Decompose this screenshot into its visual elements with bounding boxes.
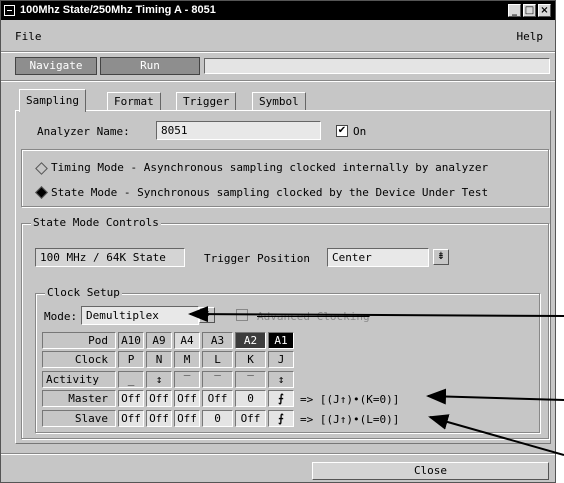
menu-help[interactable]: Help (517, 30, 544, 43)
master-j-rising-edge-icon[interactable]: ⨍ (268, 390, 294, 407)
row-label-slave: Slave (42, 410, 116, 427)
slave-l[interactable]: 0 (202, 410, 233, 427)
run-button[interactable]: Run (100, 57, 200, 75)
timing-mode-label: Timing Mode - Asynchronous sampling cloc… (51, 161, 489, 174)
pod-a4: A4 (174, 332, 200, 349)
tab-format[interactable]: Format (107, 92, 161, 111)
advanced-clocking-label: Advanced Clocking (257, 310, 370, 323)
master-k[interactable]: 0 (235, 390, 266, 407)
analyzer-name-input[interactable]: 8051 (156, 121, 321, 140)
clock-mode-select[interactable]: Demultiplex (81, 306, 199, 325)
tab-sampling[interactable]: Sampling (19, 89, 86, 112)
row-label-pod: Pod (42, 332, 116, 349)
slave-n[interactable]: Off (146, 410, 172, 427)
clock-k: K (235, 351, 266, 368)
activity-m: ‾ (174, 371, 200, 388)
slave-j-rising-edge-icon[interactable]: ⨍ (268, 410, 294, 427)
title-bar: 100Mhz State/250Mhz Timing A - 8051 _ □ … (1, 1, 555, 20)
slave-m[interactable]: Off (174, 410, 200, 427)
master-m[interactable]: Off (174, 390, 200, 407)
advanced-clocking-checkbox[interactable] (236, 309, 248, 321)
activity-j: ↕ (268, 371, 294, 388)
activity-n: ↕ (146, 371, 172, 388)
slave-k[interactable]: Off (235, 410, 266, 427)
slave-p[interactable]: Off (118, 410, 144, 427)
master-l[interactable]: Off (202, 390, 233, 407)
state-mode-label: State Mode - Synchronous sampling clocke… (51, 186, 489, 199)
close-button[interactable]: Close (312, 462, 549, 480)
master-n[interactable]: Off (146, 390, 172, 407)
mode-label: Mode: (44, 310, 78, 323)
window-title: 100Mhz State/250Mhz Timing A - 8051 (20, 4, 216, 16)
row-label-clock: Clock (42, 351, 116, 368)
master-expression: => [(J↑)•(K=0)] (300, 393, 400, 406)
activity-p: _ (118, 371, 144, 388)
menu-file[interactable]: File (15, 30, 42, 43)
trigger-position-select[interactable]: Center (327, 248, 429, 267)
row-label-master: Master (42, 390, 116, 407)
on-checkbox[interactable]: ✔ (336, 125, 348, 137)
clock-n: N (146, 351, 172, 368)
pod-a3: A3 (202, 332, 233, 349)
clock-setup-title: Clock Setup (45, 286, 122, 299)
analyzer-window: 100Mhz State/250Mhz Timing A - 8051 _ □ … (0, 0, 556, 483)
clock-m: M (174, 351, 200, 368)
clock-p: P (118, 351, 144, 368)
row-label-activity: Activity (42, 371, 116, 388)
activity-k: ‾ (235, 371, 266, 388)
tab-symbol[interactable]: Symbol (252, 92, 306, 111)
state-mode-controls-title: State Mode Controls (31, 216, 161, 229)
activity-l: ‾ (202, 371, 233, 388)
minimize-icon[interactable]: _ (508, 4, 521, 17)
close-icon[interactable]: × (538, 4, 551, 17)
clock-l: L (202, 351, 233, 368)
analyzer-name-label: Analyzer Name: (37, 125, 130, 138)
clock-mode-dropdown-icon[interactable]: ⇟ (199, 307, 215, 323)
tab-trigger[interactable]: Trigger (176, 92, 237, 111)
system-menu-icon[interactable] (4, 5, 15, 16)
speed-mode-button[interactable]: 100 MHz / 64K State (35, 248, 185, 267)
navigate-button[interactable]: Navigate (15, 57, 97, 75)
navigation-field[interactable] (204, 58, 550, 74)
pod-a10: A10 (118, 332, 144, 349)
on-label: On (353, 125, 367, 138)
trigger-position-dropdown-icon[interactable]: ⇟ (433, 249, 449, 265)
pod-a1: A1 (268, 332, 294, 349)
pod-a9: A9 (146, 332, 172, 349)
pod-a2: A2 (235, 332, 266, 349)
maximize-icon[interactable]: □ (523, 4, 536, 17)
toolbar-divider (1, 80, 555, 82)
trigger-position-label: Trigger Position (204, 252, 310, 265)
menu-bar: File Help (1, 23, 555, 49)
master-p[interactable]: Off (118, 390, 144, 407)
menu-divider (1, 51, 555, 53)
slave-expression: => [(J↑)•(L=0)] (300, 413, 400, 426)
clock-j: J (268, 351, 294, 368)
footer-divider (1, 453, 555, 455)
